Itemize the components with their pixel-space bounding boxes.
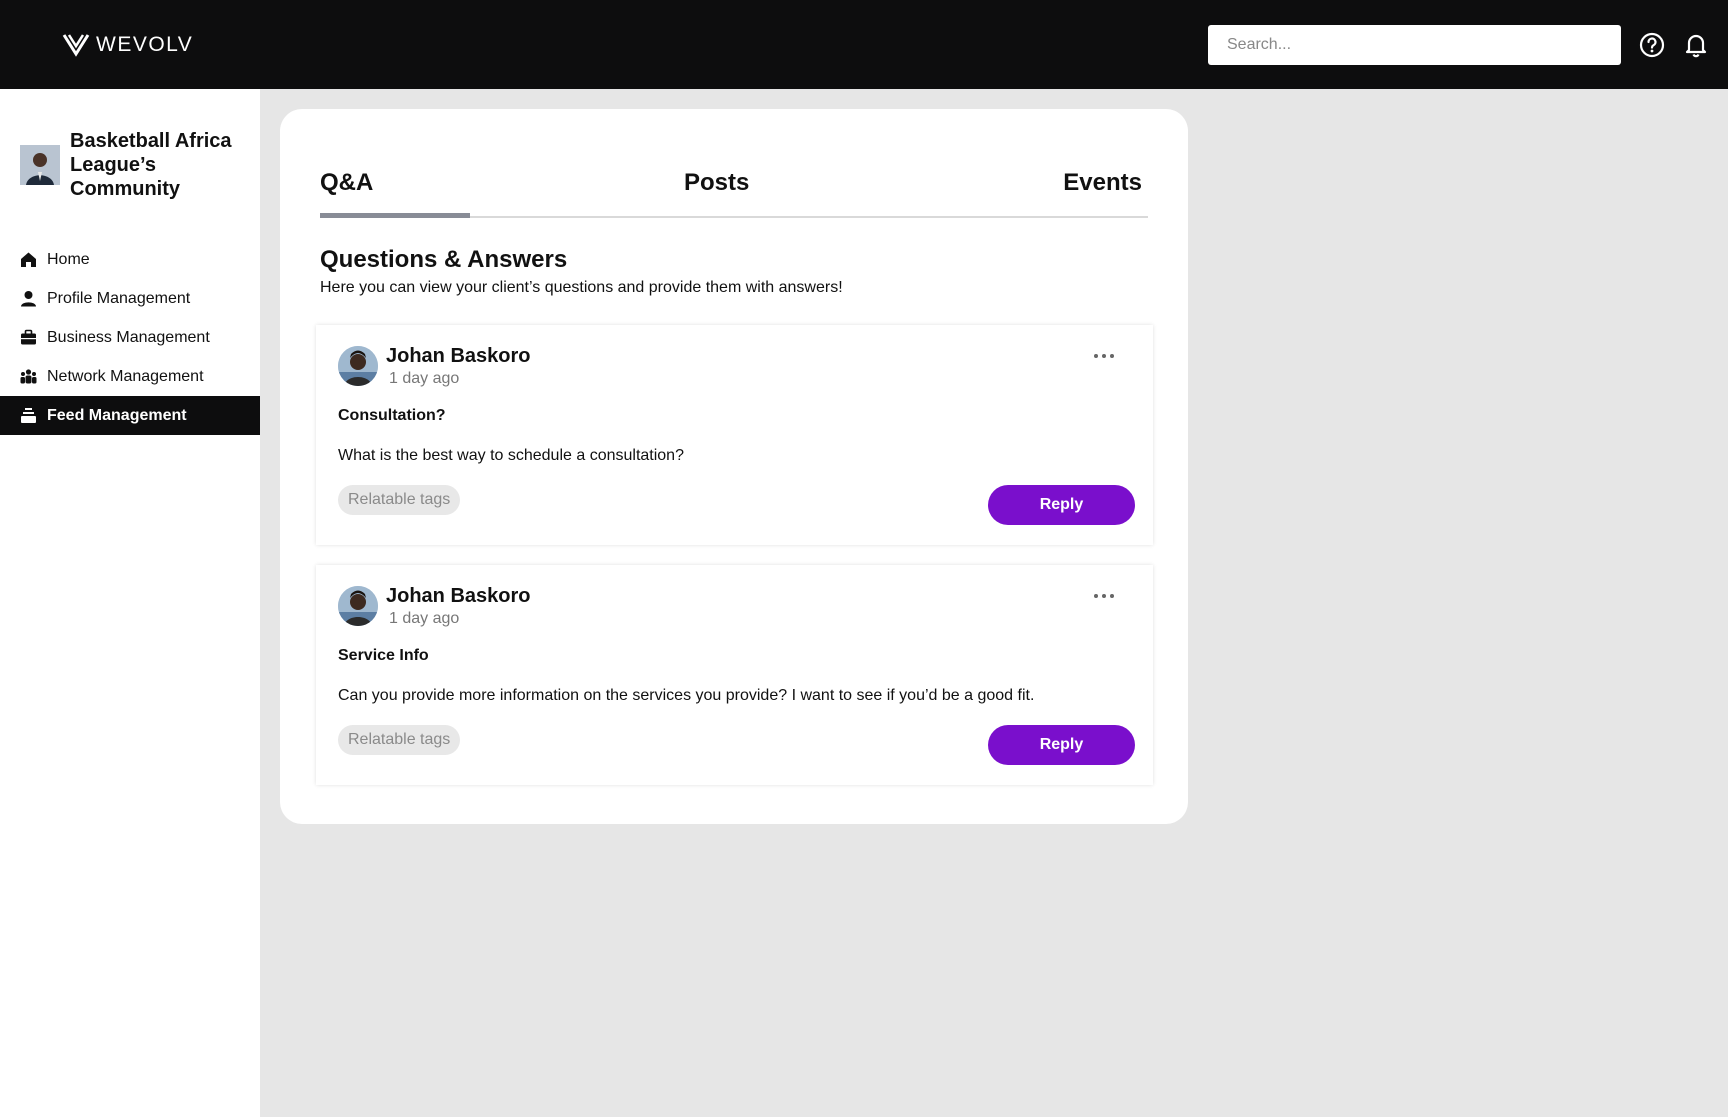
sidebar-item-profile-management[interactable]: Profile Management (0, 279, 260, 318)
sidebar-item-label: Home (47, 250, 90, 268)
user-avatar-icon (338, 586, 378, 626)
person-photo-icon (20, 145, 60, 185)
avatar[interactable] (338, 346, 378, 386)
tag-chip[interactable]: Relatable tags (338, 725, 461, 755)
question-card: Johan Baskoro 1 day ago Service Info Can… (316, 565, 1153, 785)
community-avatar (20, 145, 60, 185)
avatar[interactable] (338, 586, 378, 626)
sidebar-item-feed-management[interactable]: Feed Management (0, 396, 260, 435)
sidebar-item-home[interactable]: Home (0, 240, 260, 279)
wevolv-logo-icon (62, 34, 90, 57)
author-name[interactable]: Johan Baskoro (386, 345, 530, 368)
sidebar-item-label: Network Management (47, 367, 204, 385)
search-input[interactable] (1208, 25, 1621, 65)
question-card: Johan Baskoro 1 day ago Consultation? Wh… (316, 325, 1153, 545)
wevolv-logo[interactable]: WEVOLV (62, 32, 193, 58)
user-avatar-icon (338, 346, 378, 386)
sidebar-item-label: Profile Management (47, 289, 191, 307)
question-body: Can you provide more information on the … (338, 687, 1035, 704)
briefcase-icon (20, 329, 37, 346)
people-icon (20, 368, 37, 385)
question-subject: Consultation? (338, 407, 446, 424)
main-card: Q&A Posts Events Questions & Answers Her… (280, 109, 1188, 824)
more-options-icon[interactable] (1093, 351, 1115, 361)
question-body: What is the best way to schedule a consu… (338, 447, 684, 464)
active-tab-indicator (320, 213, 470, 218)
section-subtitle: Here you can view your client’s question… (320, 279, 843, 296)
timestamp: 1 day ago (389, 610, 460, 627)
author-name[interactable]: Johan Baskoro (386, 585, 530, 608)
help-icon[interactable] (1638, 31, 1666, 59)
community-header[interactable]: Basketball Africa League’s Community (20, 129, 245, 201)
top-bar: WEVOLV (0, 0, 1728, 89)
timestamp: 1 day ago (389, 370, 460, 387)
bell-icon[interactable] (1682, 31, 1710, 59)
sidebar-nav: Home Profile Management Business Managem… (0, 240, 260, 435)
sidebar: Basketball Africa League’s Community Hom… (0, 89, 260, 1117)
feed-icon (20, 407, 37, 424)
sidebar-item-label: Business Management (47, 328, 210, 346)
home-icon (20, 251, 37, 268)
question-subject: Service Info (338, 647, 429, 664)
sidebar-item-label: Feed Management (47, 406, 187, 424)
tag-chip[interactable]: Relatable tags (338, 485, 461, 515)
tab-bar: Q&A Posts Events (320, 169, 1148, 218)
more-options-icon[interactable] (1093, 591, 1115, 601)
sidebar-item-business-management[interactable]: Business Management (0, 318, 260, 357)
section-title: Questions & Answers (320, 246, 568, 273)
sidebar-item-network-management[interactable]: Network Management (0, 357, 260, 396)
reply-button[interactable]: Reply (988, 725, 1135, 765)
tab-events[interactable]: Events (1063, 169, 1142, 197)
tab-posts[interactable]: Posts (684, 169, 749, 197)
reply-button[interactable]: Reply (988, 485, 1135, 525)
logo-text: WEVOLV (96, 33, 194, 56)
community-name: Basketball Africa League’s Community (70, 130, 232, 200)
user-icon (20, 290, 37, 307)
tab-qa[interactable]: Q&A (320, 169, 373, 197)
